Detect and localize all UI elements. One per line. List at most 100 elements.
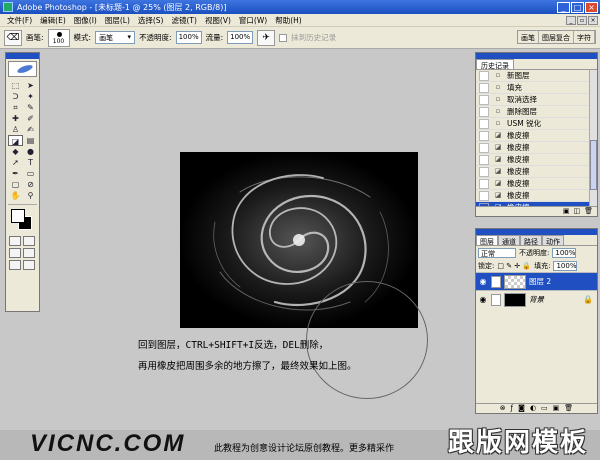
toolbox-title-bar[interactable] [6,53,39,59]
marquee-tool-icon[interactable]: ⬚ [8,80,23,91]
layer-style-icon[interactable]: ƒ [511,404,513,413]
screen-mode-full-icon[interactable] [9,260,21,270]
menu-file[interactable]: 文件(F) [3,15,36,26]
link-box[interactable] [491,275,501,288]
slice-tool-icon[interactable]: ✎ [23,102,38,113]
opacity-input[interactable]: 100% [175,31,202,44]
menu-filter[interactable]: 滤镜(T) [168,15,201,26]
history-source-box[interactable] [479,82,489,93]
history-source-box[interactable] [479,94,489,105]
minimize-button[interactable]: _ [557,1,570,13]
history-item[interactable]: ▫ 取消选择 [476,94,597,106]
history-source-box[interactable] [479,130,489,141]
history-source-box[interactable] [479,166,489,177]
foreground-color-swatch[interactable] [11,209,25,223]
history-item[interactable]: ◪橡皮擦 [476,178,597,190]
flow-input[interactable]: 100% [227,31,254,44]
history-item[interactable]: ◪橡皮擦 [476,142,597,154]
tab-channels[interactable]: 通道 [498,235,520,246]
menu-help[interactable]: 帮助(H) [271,15,306,26]
history-scrollbar[interactable] [589,70,597,206]
hand-tool-icon[interactable]: ✋ [8,190,23,201]
history-source-box[interactable] [479,202,489,206]
eye-icon[interactable]: ◉ [478,277,488,286]
pen-tool-icon[interactable]: ✒ [8,168,23,179]
history-source-box[interactable] [479,190,489,201]
history-item[interactable]: ◪橡皮擦 [476,202,597,206]
notes-tool-icon[interactable]: ▢ [8,179,23,190]
history-brush-tool-icon[interactable]: ✍ [23,124,38,135]
eyedropper-tool-icon[interactable]: ⊘ [23,179,38,190]
adjustment-layer-icon[interactable]: ◐ [530,404,536,413]
healing-brush-tool-icon[interactable]: ✚ [8,113,23,124]
lasso-tool-icon[interactable]: ᑐ [8,91,23,102]
menu-image[interactable]: 图像(I) [70,15,101,26]
feather-logo-icon[interactable] [8,61,37,77]
trash-icon[interactable]: 🗑 [584,207,593,216]
screen-mode-standard-icon[interactable] [9,248,21,258]
history-source-box[interactable] [479,142,489,153]
path-selection-tool-icon[interactable]: ➚ [8,157,23,168]
palette-tab-character[interactable]: 字符 [574,31,595,43]
menu-window[interactable]: 窗口(W) [235,15,271,26]
menu-layer[interactable]: 图层(L) [101,15,134,26]
layer-row-background[interactable]: ◉ 背景 🔒 [476,290,597,308]
new-group-icon[interactable]: ▭ [541,404,548,413]
menu-select[interactable]: 选择(S) [134,15,168,26]
gradient-tool-icon[interactable]: ▤ [23,135,38,146]
eraser-tool-preset-icon[interactable]: ⌫ [4,29,22,46]
close-button[interactable]: × [585,1,598,13]
doc-close-button[interactable]: × [588,15,598,25]
brush-tool-icon[interactable]: ✐ [23,113,38,124]
move-tool-icon[interactable]: ➤ [23,80,38,91]
type-tool-icon[interactable]: T [23,157,38,168]
zoom-tool-icon[interactable]: ⚲ [23,190,38,201]
dodge-tool-icon[interactable]: ● [23,146,38,157]
new-document-icon[interactable]: ▣ [563,207,570,216]
history-item[interactable]: ◪橡皮擦 [476,130,597,142]
history-item[interactable]: ▫ 填充 [476,82,597,94]
crop-tool-icon[interactable]: ⌗ [8,102,23,113]
lock-icons[interactable]: □ ✎ ✛ 🔒 [497,262,531,270]
history-source-box[interactable] [479,118,489,129]
mode-select[interactable]: 画笔 ▾ [95,31,136,44]
history-item[interactable]: ▫ 删除图层 [476,106,597,118]
link-box[interactable] [491,293,501,306]
magic-wand-tool-icon[interactable]: ✦ [23,91,38,102]
history-source-box[interactable] [479,106,489,117]
erase-history-checkbox[interactable] [279,33,288,42]
history-item[interactable]: ◪橡皮擦 [476,154,597,166]
new-layer-icon[interactable]: ▣ [553,404,560,413]
brush-picker[interactable]: 100 [47,28,70,47]
clone-stamp-tool-icon[interactable]: ♙ [8,124,23,135]
tab-paths[interactable]: 路径 [520,235,542,246]
palette-tab-brushes[interactable]: 画笔 [518,31,539,43]
shape-tool-icon[interactable]: ▭ [23,168,38,179]
jump-to-imageready-icon[interactable] [23,260,35,270]
history-scroll-thumb[interactable] [590,140,597,190]
history-source-box[interactable] [479,178,489,189]
menu-edit[interactable]: 编辑(E) [36,15,70,26]
layer-opacity-input[interactable]: 100% [552,247,577,258]
doc-minimize-button[interactable]: _ [566,15,576,25]
trash-icon[interactable]: 🗑 [564,404,573,413]
quick-mask-mode-icon[interactable] [23,236,35,246]
tab-actions[interactable]: 动作 [542,235,564,246]
history-item[interactable]: ▫ 新图层 [476,70,597,82]
link-layers-icon[interactable]: ⊗ [500,404,506,413]
history-source-box[interactable] [479,154,489,165]
standard-mode-icon[interactable] [9,236,21,246]
tab-layers[interactable]: 图层 [476,235,498,246]
maximize-button[interactable]: □ [571,1,584,13]
history-item[interactable]: ▫ USM 锐化 [476,118,597,130]
blend-mode-select[interactable]: 正常 [478,247,516,258]
doc-restore-button[interactable]: ▫ [577,15,587,25]
menu-view[interactable]: 视图(V) [201,15,235,26]
layer-row-layer-2[interactable]: ◉ 图层 2 [476,272,597,290]
eye-icon[interactable]: ◉ [478,295,488,304]
layer-mask-icon[interactable]: ◙ [518,404,525,413]
history-item[interactable]: ◪橡皮擦 [476,190,597,202]
new-snapshot-icon[interactable]: ◫ [573,207,580,216]
history-source-box[interactable] [479,70,489,81]
screen-mode-full-menu-icon[interactable] [23,248,35,258]
